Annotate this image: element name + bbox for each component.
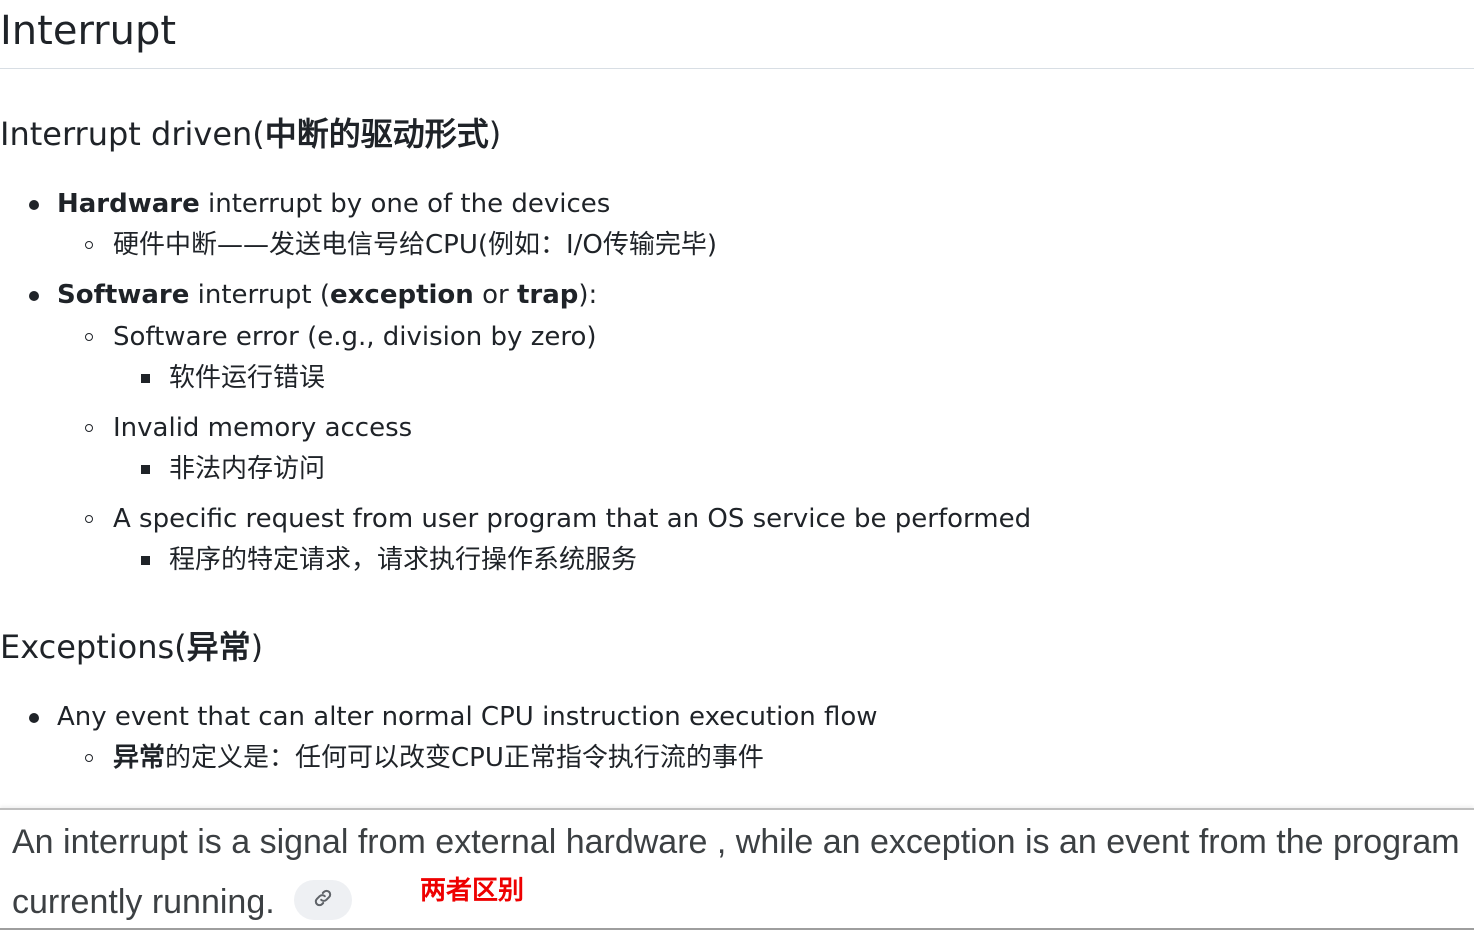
heading-close: ) bbox=[250, 628, 264, 666]
heading-text: Interrupt driven( bbox=[0, 115, 265, 153]
summary-line-1: An interrupt is a signal from external h… bbox=[12, 823, 1460, 861]
summary-panel: An interrupt is a signal from external h… bbox=[0, 808, 1474, 930]
heading-exceptions: Exceptions(异常) bbox=[0, 627, 263, 667]
heading-close: ) bbox=[488, 115, 502, 153]
sub-sub-item-software-error-cn: 软件运行错误 bbox=[169, 363, 326, 393]
summary-line-2: currently running. bbox=[12, 883, 275, 921]
heading-cjk-text: 异常 bbox=[186, 628, 251, 666]
sub-item-software-error: Software error (e.g., division by zero) bbox=[113, 322, 597, 352]
heading-cjk-text: 中断的驱动形式 bbox=[264, 115, 489, 153]
item-text: or bbox=[473, 280, 517, 310]
sub-item-os-request: A specific request from user program tha… bbox=[113, 504, 1032, 534]
item-text: interrupt by one of the devices bbox=[199, 189, 611, 219]
list-item-software: Software interrupt (exception or trap): bbox=[57, 278, 597, 312]
bold-text: 异常 bbox=[113, 743, 166, 773]
bold-text: exception bbox=[330, 280, 474, 310]
sub-sub-item-invalid-memory-cn: 非法内存访问 bbox=[169, 454, 326, 484]
sub-item-invalid-memory: Invalid memory access bbox=[113, 413, 413, 443]
page-title: Interrupt bbox=[0, 8, 177, 54]
bullet-circle bbox=[85, 424, 93, 432]
heading-text: Exceptions( bbox=[0, 628, 187, 666]
bold-text: trap bbox=[516, 280, 579, 310]
bullet-disc bbox=[29, 291, 39, 301]
bold-text: Hardware bbox=[57, 189, 200, 219]
link-icon bbox=[312, 887, 334, 913]
list-item-exception-def: Any event that can alter normal CPU inst… bbox=[57, 702, 878, 732]
bullet-square bbox=[141, 465, 150, 474]
annotation-note: 两者区别 bbox=[420, 876, 525, 906]
item-text: 的定义是：任何可以改变CPU正常指令执行流的事件 bbox=[165, 743, 764, 773]
sub-item-hardware-cn: 硬件中断——发送电信号给CPU(例如：I/O传输完毕) bbox=[113, 230, 718, 260]
bullet-square bbox=[141, 556, 150, 565]
bullet-circle bbox=[85, 754, 93, 762]
sub-item-exception-def-cn: 异常的定义是：任何可以改变CPU正常指令执行流的事件 bbox=[113, 741, 764, 775]
bullet-disc bbox=[29, 713, 39, 723]
bullet-disc bbox=[29, 200, 39, 210]
bullet-circle bbox=[85, 333, 93, 341]
list-item-hardware: Hardware interrupt by one of the devices bbox=[57, 187, 610, 221]
bullet-square bbox=[141, 374, 150, 383]
item-text: interrupt ( bbox=[189, 280, 331, 310]
bullet-circle bbox=[85, 515, 93, 523]
bullet-circle bbox=[85, 241, 93, 249]
heading-interrupt-driven: Interrupt driven(中断的驱动形式) bbox=[0, 114, 501, 154]
bold-text: Software bbox=[57, 280, 190, 310]
sub-sub-item-os-request-cn: 程序的特定请求，请求执行操作系统服务 bbox=[169, 545, 638, 575]
item-text: ): bbox=[578, 280, 598, 310]
link-button[interactable] bbox=[294, 880, 352, 920]
title-divider bbox=[0, 68, 1474, 69]
